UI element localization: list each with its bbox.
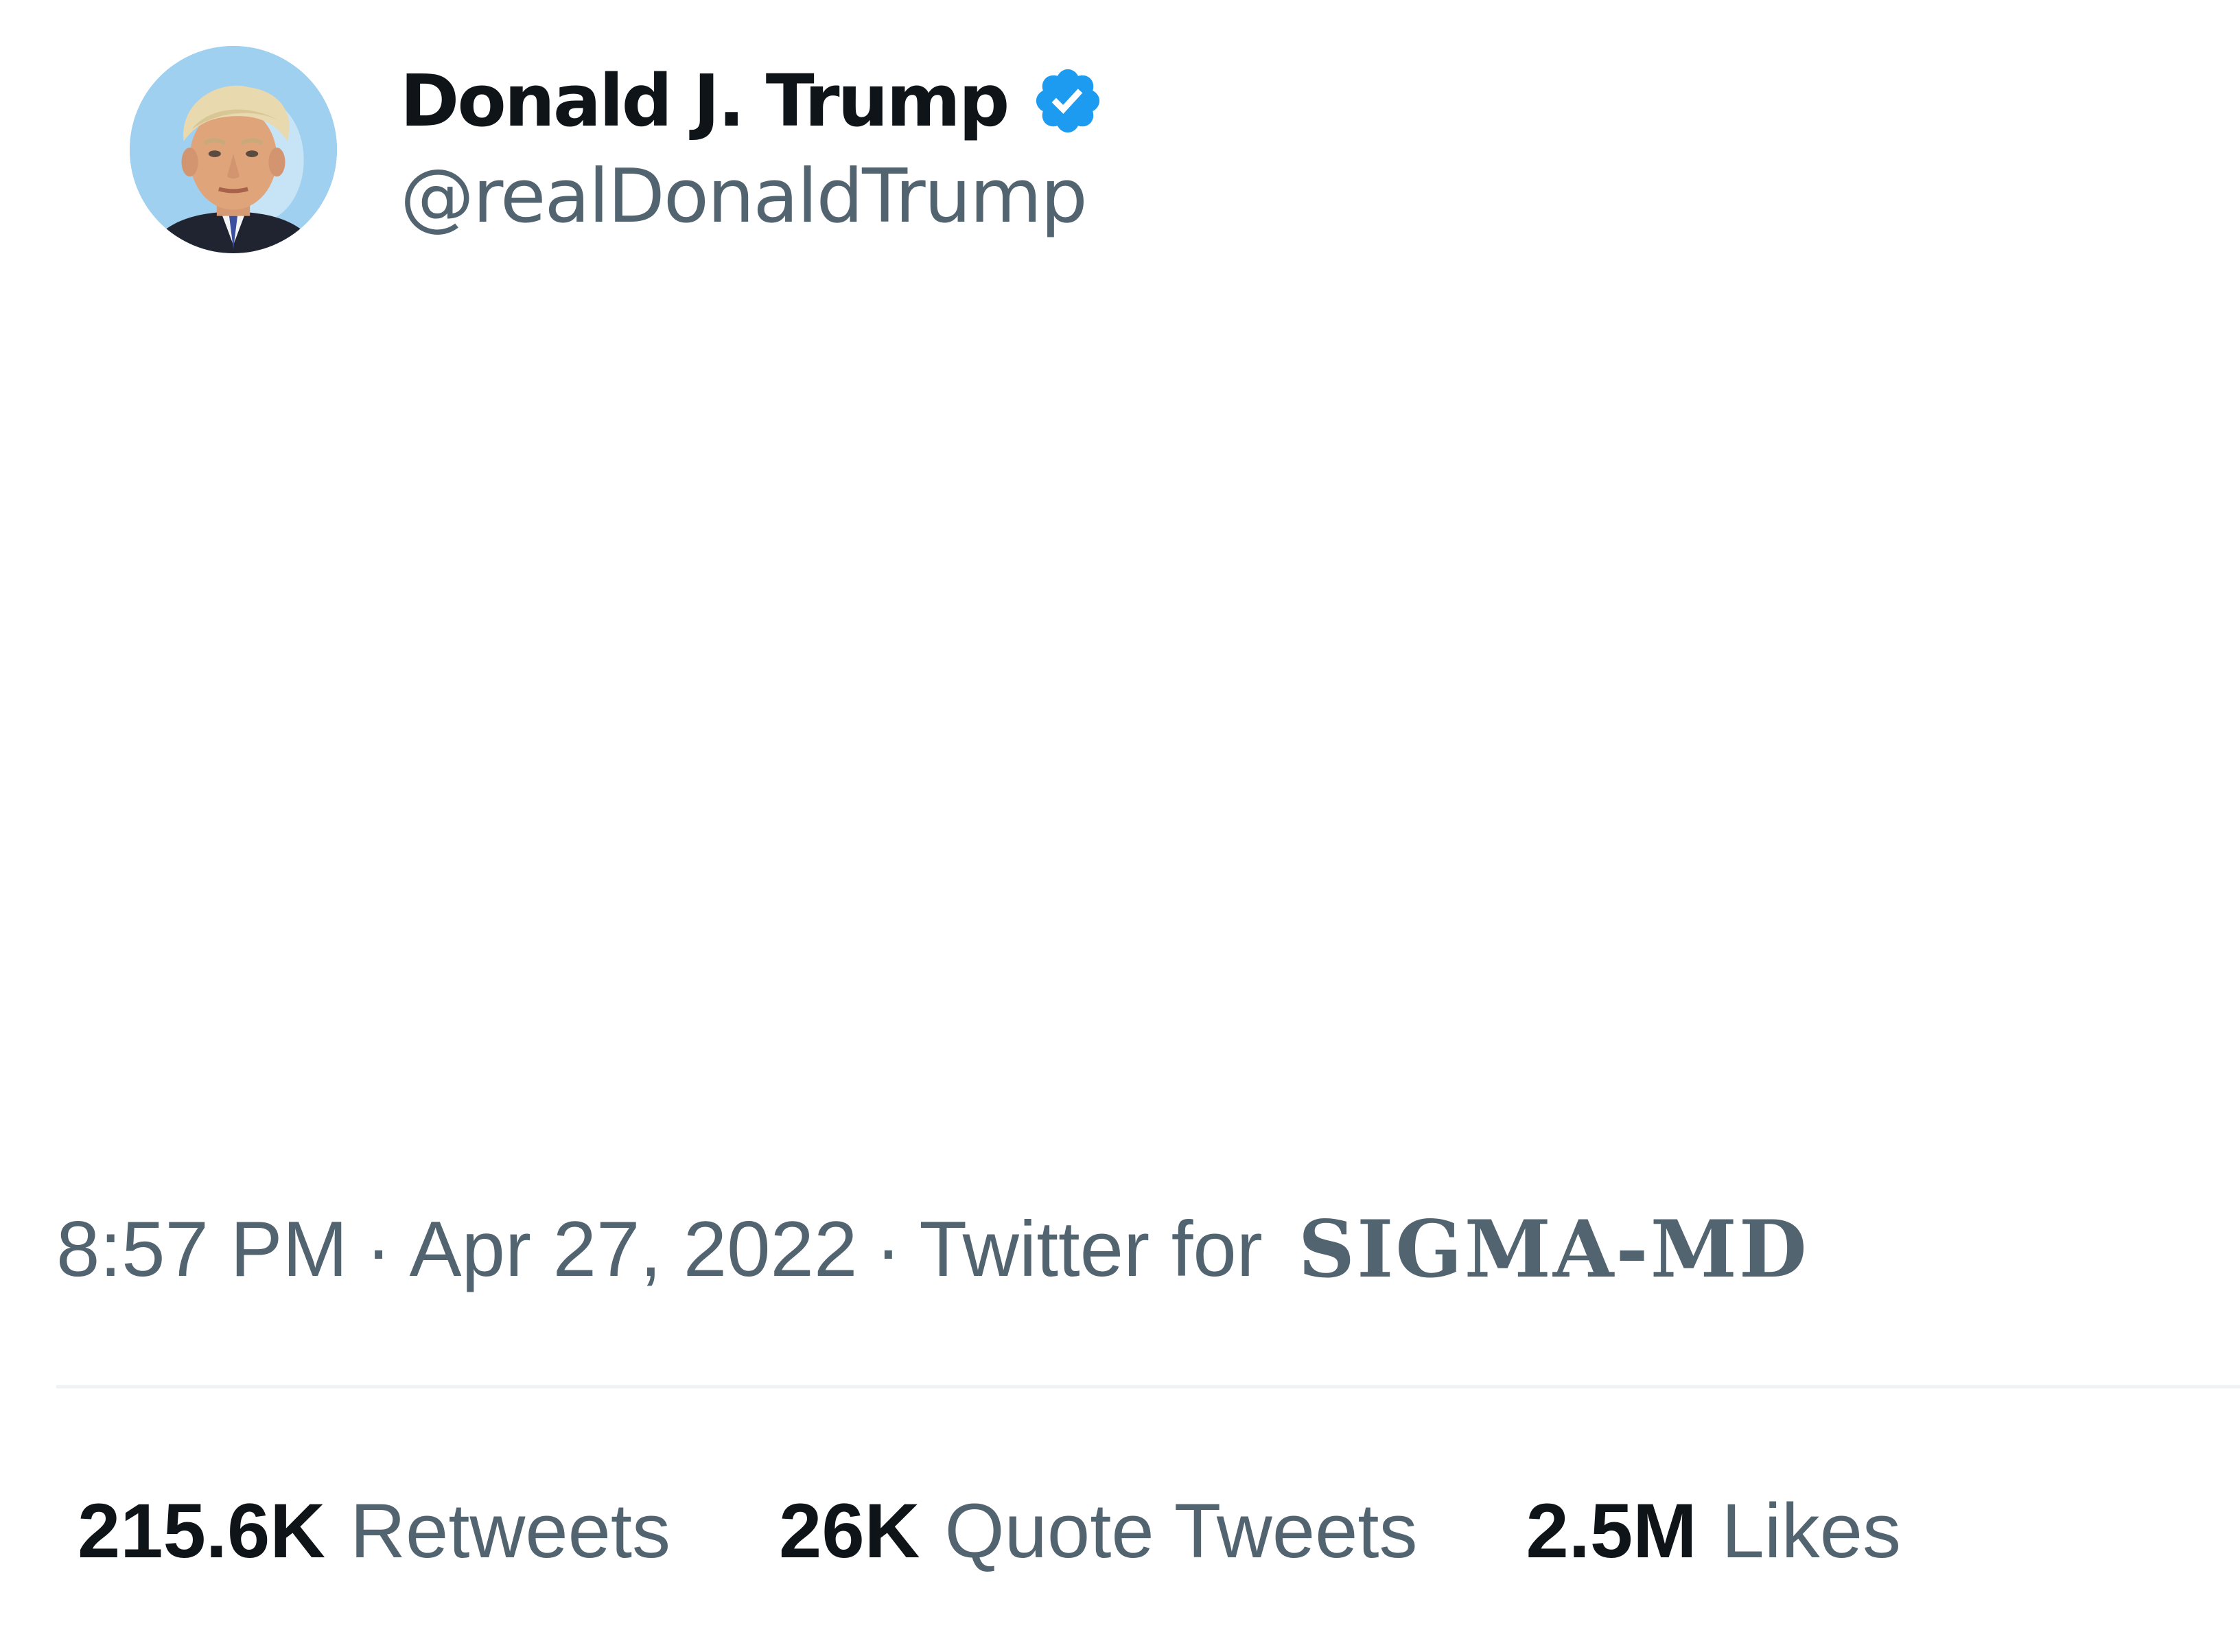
tweet-meta: 8:57 PM · Apr 27, 2022 · Twitter for SIG… bbox=[56, 1194, 1809, 1304]
meta-separator: · bbox=[365, 1205, 392, 1293]
author-name-row[interactable]: Donald J. Trump bbox=[400, 49, 1105, 152]
likes-label: Likes bbox=[1721, 1487, 1901, 1574]
divider bbox=[56, 1385, 2240, 1388]
likes-count: 2.5M bbox=[1526, 1487, 1697, 1574]
tweet-source-prefix: Twitter for bbox=[919, 1205, 1263, 1293]
tweet-stats: 215.6K Retweets 26K Quote Tweets 2.5M Li… bbox=[78, 1476, 1901, 1585]
likes-stat[interactable]: 2.5M Likes bbox=[1526, 1487, 1901, 1575]
retweets-stat[interactable]: 215.6K Retweets bbox=[78, 1487, 670, 1575]
profile-photo-icon bbox=[130, 46, 337, 253]
tweet-date[interactable]: Apr 27, 2022 bbox=[410, 1205, 858, 1294]
quote-tweets-count: 26K bbox=[779, 1487, 920, 1574]
quote-tweets-label: Quote Tweets bbox=[944, 1487, 1418, 1574]
meta-separator: · bbox=[875, 1205, 902, 1293]
quote-tweets-stat[interactable]: 26K Quote Tweets bbox=[779, 1487, 1417, 1575]
verified-badge-icon[interactable] bbox=[1031, 64, 1105, 138]
retweets-label: Retweets bbox=[350, 1487, 671, 1574]
tweet-time[interactable]: 8:57 PM bbox=[56, 1205, 348, 1294]
avatar[interactable] bbox=[130, 46, 337, 253]
tweet-client: SIGMA-MD bbox=[1298, 1203, 1809, 1295]
retweets-count: 215.6K bbox=[78, 1487, 326, 1574]
display-name[interactable]: Donald J. Trump bbox=[400, 65, 1010, 137]
author-handle[interactable]: @realDonaldTrump bbox=[400, 152, 1088, 242]
